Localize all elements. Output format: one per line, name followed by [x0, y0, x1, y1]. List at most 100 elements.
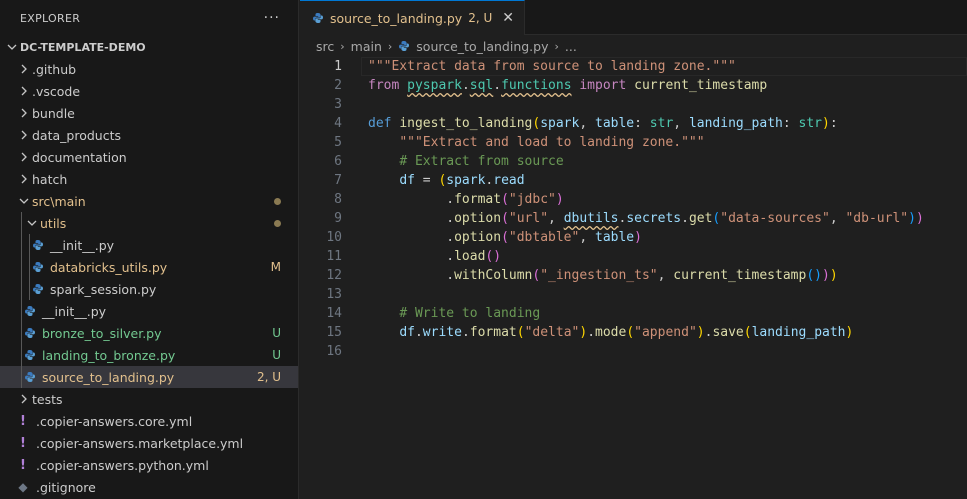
chevron-right-icon	[16, 130, 32, 140]
tree-folder-src-main[interactable]: src\main	[0, 190, 298, 212]
chevron-right-icon: ›	[554, 39, 559, 53]
breadcrumb: src › main › source_to_landing.py › ...	[300, 35, 967, 57]
breadcrumb-main[interactable]: main	[351, 39, 382, 54]
tree-item-label: src\main	[32, 193, 86, 209]
code-line: 15 df.write.format("delta").mode("append…	[300, 323, 967, 342]
line-number: 11	[326, 249, 342, 264]
code-line: 13	[300, 285, 967, 304]
git-file-icon: ◆	[18, 480, 28, 494]
code-line: 3	[300, 95, 967, 114]
current-line-highlight	[361, 57, 967, 76]
tree-item-label: hatch	[32, 171, 68, 187]
chevron-right-icon: ›	[340, 39, 345, 53]
code-line: 16	[300, 342, 967, 361]
line-number: 8	[334, 192, 342, 207]
code-line: 5 """Extract and load to landing zone.""…	[300, 133, 967, 152]
python-file-icon	[32, 261, 44, 273]
tree-folder-bundle[interactable]: bundle	[0, 102, 298, 124]
line-number: 2	[334, 78, 342, 93]
tree-folder-documentation[interactable]: documentation	[0, 146, 298, 168]
tab-status: 2, U	[468, 11, 493, 25]
tree-item-label: .copier-answers.core.yml	[36, 413, 193, 429]
tree-file-gitignore[interactable]: ◆ .gitignore	[0, 476, 298, 498]
tree-folder-github[interactable]: .github	[0, 58, 298, 80]
code-line: 10 .option("dbtable", table)	[300, 228, 967, 247]
workspace-root[interactable]: DC-TEMPLATE-DEMO	[0, 36, 298, 58]
tree-item-label: .gitignore	[36, 479, 96, 495]
line-number: 13	[326, 287, 342, 302]
git-status-badge: U	[272, 348, 281, 362]
tree-item-label: databricks_utils.py	[50, 259, 168, 275]
close-icon[interactable]: ✕	[502, 10, 514, 26]
code-line: 14 # Write to landing	[300, 304, 967, 323]
code-editor[interactable]: 1 """Extract data from source to landing …	[300, 57, 967, 361]
python-file-icon	[24, 371, 36, 383]
chevron-right-icon	[16, 152, 32, 162]
tree-item-label: documentation	[32, 149, 127, 165]
tree-file-source-to-landing[interactable]: source_to_landing.py 2, U	[0, 366, 298, 388]
tree-item-label: .vscode	[32, 83, 81, 99]
tab-bar: source_to_landing.py 2, U ✕	[300, 0, 967, 35]
indent-guide	[29, 234, 30, 300]
code-line: 9 .option("url", dbutils.secrets.get("da…	[300, 209, 967, 228]
explorer-title: EXPLORER	[20, 11, 81, 25]
tree-folder-data-products[interactable]: data_products	[0, 124, 298, 146]
line-number: 4	[334, 116, 342, 131]
tree-file-databricks-utils[interactable]: databricks_utils.py M	[0, 256, 298, 278]
tree-item-label: spark_session.py	[50, 281, 157, 297]
tree-file-copier-python[interactable]: ! .copier-answers.python.yml	[0, 454, 298, 476]
explorer-sidebar: EXPLORER ··· DC-TEMPLATE-DEMO .github .v…	[0, 0, 299, 499]
tree-item-label: utils	[40, 215, 67, 231]
line-number: 14	[326, 306, 342, 321]
yaml-file-icon: !	[20, 457, 26, 473]
line-number: 3	[334, 97, 342, 112]
tree-item-label: landing_to_bronze.py	[42, 347, 176, 363]
tree-file-copier-marketplace[interactable]: ! .copier-answers.marketplace.yml	[0, 432, 298, 454]
tree-folder-vscode[interactable]: .vscode	[0, 80, 298, 102]
tree-item-label: data_products	[32, 127, 121, 143]
code-line: 12 .withColumn("_ingestion_ts", current_…	[300, 266, 967, 285]
tree-file-bronze-to-silver[interactable]: bronze_to_silver.py U	[0, 322, 298, 344]
chevron-down-icon	[4, 42, 20, 52]
tree-item-label: bundle	[32, 105, 75, 121]
code-line: 6 # Extract from source	[300, 152, 967, 171]
tree-file-main-init[interactable]: __init__.py	[0, 300, 298, 322]
tree-file-copier-core[interactable]: ! .copier-answers.core.yml	[0, 410, 298, 432]
chevron-right-icon	[16, 108, 32, 118]
tree-folder-utils[interactable]: utils	[0, 212, 298, 234]
more-actions-icon[interactable]: ···	[264, 10, 280, 26]
chevron-right-icon: ›	[387, 39, 393, 53]
tree-file-spark-session[interactable]: spark_session.py	[0, 278, 298, 300]
line-number: 1	[334, 59, 342, 74]
chevron-right-icon	[16, 174, 32, 184]
chevron-right-icon	[16, 86, 32, 96]
python-file-icon	[398, 40, 410, 52]
yaml-file-icon: !	[20, 435, 26, 451]
tree-folder-tests[interactable]: tests	[0, 388, 298, 410]
python-file-icon	[32, 283, 44, 295]
code-line: 8 .format("jdbc")	[300, 190, 967, 209]
tree-file-landing-to-bronze[interactable]: landing_to_bronze.py U	[0, 344, 298, 366]
git-status-badge: M	[270, 260, 281, 274]
breadcrumb-symbol[interactable]: ...	[565, 39, 577, 54]
breadcrumb-file[interactable]: source_to_landing.py	[416, 39, 548, 54]
tree-item-label: __init__.py	[50, 237, 115, 253]
line-number: 12	[326, 268, 342, 283]
tab-label: source_to_landing.py	[330, 10, 463, 26]
chevron-right-icon	[16, 394, 32, 404]
code-line: 4 def ingest_to_landing(spark, table: str…	[300, 114, 967, 133]
yaml-file-icon: !	[20, 413, 26, 429]
line-number: 6	[334, 154, 342, 169]
breadcrumb-src[interactable]: src	[316, 39, 334, 54]
python-file-icon	[312, 12, 324, 24]
tree-item-label: .copier-answers.marketplace.yml	[36, 435, 244, 451]
tab-source-to-landing[interactable]: source_to_landing.py 2, U ✕	[300, 0, 525, 35]
python-file-icon	[24, 305, 36, 317]
explorer-header: EXPLORER ···	[0, 0, 298, 36]
python-file-icon	[32, 239, 44, 251]
tree-file-utils-init[interactable]: __init__.py	[0, 234, 298, 256]
line-number: 5	[334, 135, 342, 150]
line-number: 9	[334, 211, 342, 226]
tree-folder-hatch[interactable]: hatch	[0, 168, 298, 190]
code-line: 11 .load()	[300, 247, 967, 266]
